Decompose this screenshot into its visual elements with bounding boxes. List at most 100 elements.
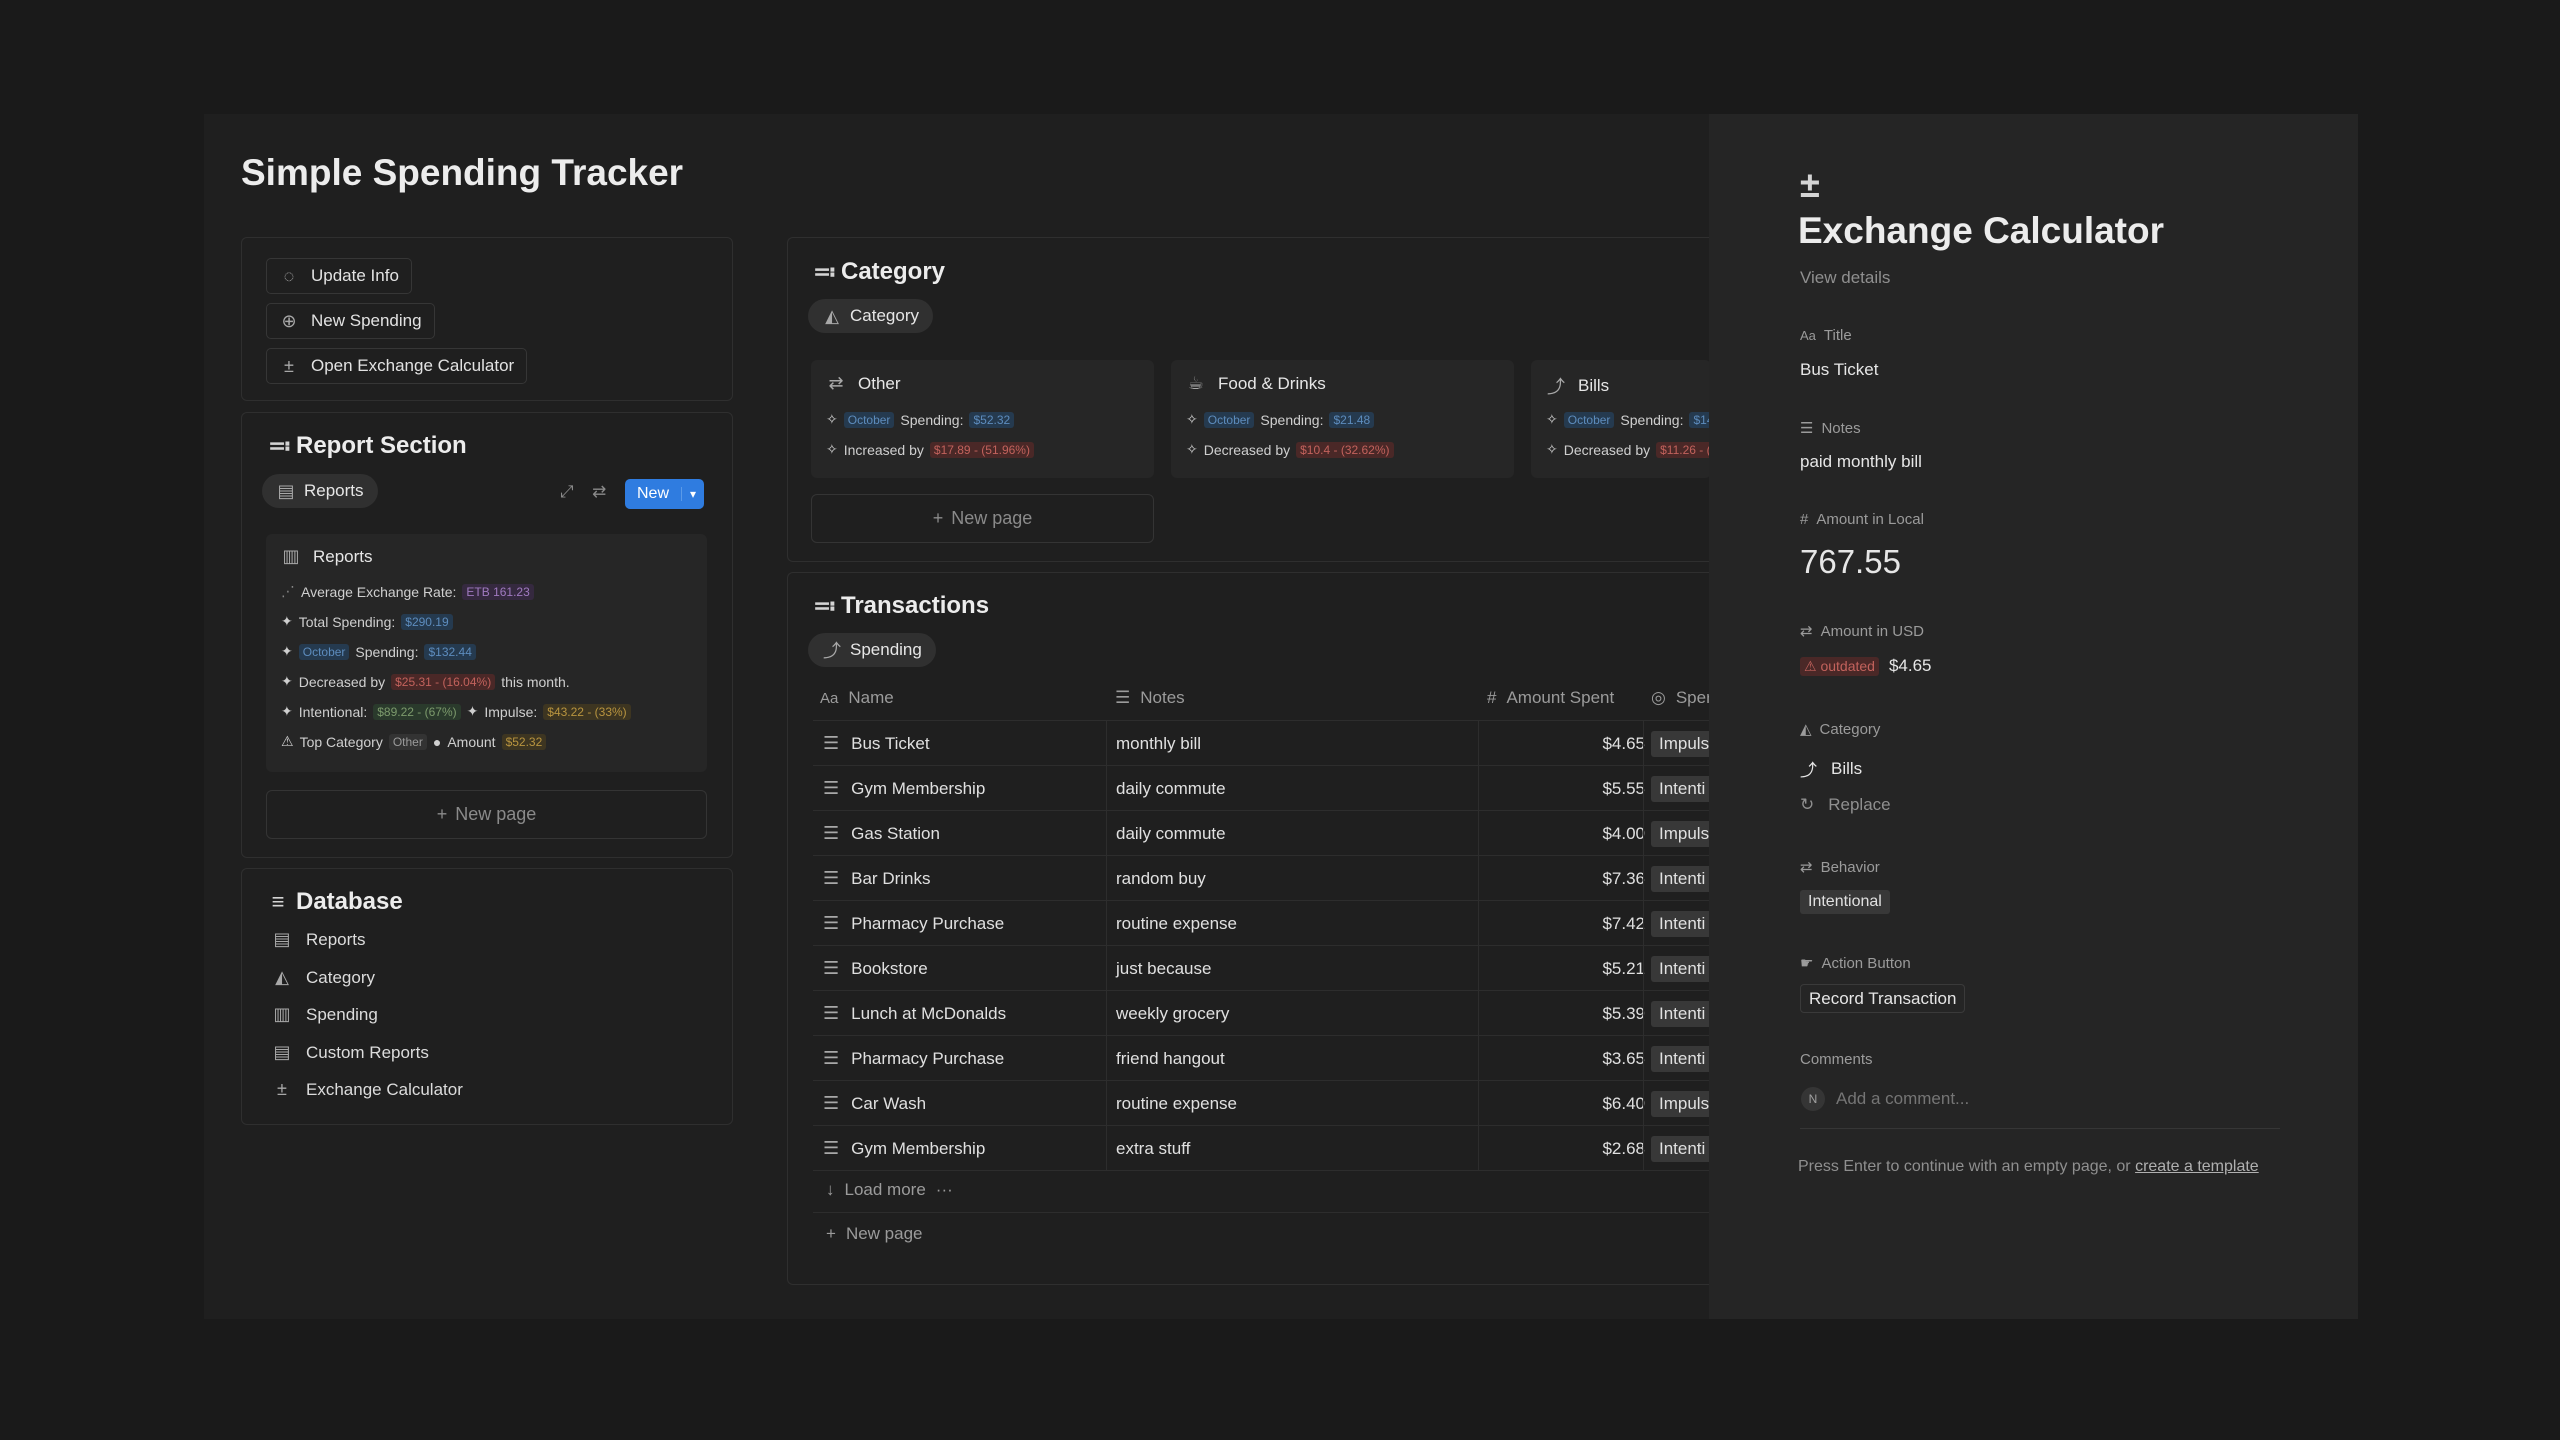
- category-card-bills[interactable]: ⤴ Bills ✧ October Spending: $14 ✧ Decrea…: [1531, 360, 1711, 478]
- row-amount: $7.42: [1602, 913, 1645, 933]
- comment-input[interactable]: [1836, 1085, 2276, 1113]
- doc-icon: ▤: [273, 929, 291, 949]
- column-header-behavior[interactable]: ◎ Sper: [1651, 688, 1709, 708]
- database-item-category[interactable]: ◭ Category: [272, 967, 375, 988]
- open-exchange-calculator-button[interactable]: ± Open Exchange Calculator: [266, 348, 528, 384]
- list-icon: ☰: [823, 823, 840, 843]
- behavior-badge[interactable]: Intenti: [1651, 1000, 1713, 1027]
- behavior-badge[interactable]: Impuls: [1651, 730, 1713, 757]
- column-header-name[interactable]: Aa Name: [820, 688, 894, 708]
- warning-icon: ⚠: [281, 733, 294, 749]
- lines-icon: ☰: [1800, 420, 1814, 437]
- replace-button[interactable]: ↻ Replace: [1800, 795, 1891, 815]
- category-new-page-button[interactable]: + New page: [811, 494, 1154, 543]
- load-more-button[interactable]: ↓ Load more ···: [826, 1180, 953, 1200]
- behavior-badge[interactable]: Intenti: [1651, 865, 1713, 892]
- row-name: ☰ Gym Membership: [823, 1138, 986, 1158]
- row-notes: daily commute: [1116, 823, 1226, 843]
- record-transaction-button[interactable]: Record Transaction: [1800, 984, 1966, 1013]
- row-amount: $5.55: [1602, 778, 1645, 798]
- row-name: ☰ Gym Membership: [823, 778, 986, 798]
- calculator-icon: ±: [1800, 164, 1820, 205]
- row-notes: friend hangout: [1116, 1048, 1225, 1068]
- property-local-label: # Amount in Local: [1800, 511, 1924, 528]
- text-type-icon: Aa: [1800, 328, 1816, 343]
- chevron-down-icon[interactable]: ▾: [681, 487, 704, 501]
- category-card-spending: ✧ October Spending: $52.32: [826, 411, 1015, 428]
- panel-title: Exchange Calculator: [1798, 210, 2165, 251]
- row-amount: $4.65: [1602, 733, 1645, 753]
- database-item-spending[interactable]: ▥ Spending: [272, 1004, 377, 1025]
- row-notes: just because: [1116, 958, 1212, 978]
- table-row[interactable]: ☰ Bookstore just because $5.21 Intenti: [813, 946, 1713, 991]
- row-notes: routine expense: [1116, 913, 1237, 933]
- row-notes: extra stuff: [1116, 1138, 1191, 1158]
- comments-label: Comments: [1800, 1051, 1873, 1068]
- table-row[interactable]: ☰ Bar Drinks random buy $7.36 Intenti: [813, 856, 1713, 901]
- behavior-badge[interactable]: Intenti: [1651, 1135, 1713, 1162]
- diamond-icon: ✧: [1186, 441, 1198, 457]
- table-row[interactable]: ☰ Pharmacy Purchase routine expense $7.42…: [813, 901, 1713, 946]
- expand-icon[interactable]: ⤢: [560, 482, 574, 502]
- table-row[interactable]: ☰ Gas Station daily commute $4.00 Impuls: [813, 811, 1713, 856]
- filter-icon[interactable]: ⇄: [592, 482, 606, 502]
- category-title: ≕ Category: [813, 258, 946, 285]
- cursor-click-icon: ☛: [1800, 955, 1814, 972]
- property-title-label: Aa Title: [1800, 327, 1852, 344]
- behavior-badge[interactable]: Intenti: [1651, 910, 1713, 937]
- database-item-reports[interactable]: ▤ Reports: [272, 929, 365, 950]
- plus-circle-icon: ⊕: [281, 310, 297, 331]
- swap-icon: ⇄: [1800, 859, 1813, 876]
- property-local-value[interactable]: 767.55: [1800, 543, 1901, 581]
- behavior-badge[interactable]: Intenti: [1651, 955, 1713, 982]
- create-template-link[interactable]: create a template: [2135, 1158, 2259, 1175]
- property-usd-value[interactable]: ⚠ outdated $4.65: [1800, 656, 1932, 676]
- arrow-down-icon: ↓: [826, 1180, 835, 1199]
- tab-reports[interactable]: ▤ Reports: [262, 474, 378, 508]
- tab-category[interactable]: ◭ Category: [808, 299, 933, 333]
- new-spending-button[interactable]: ⊕ New Spending: [266, 303, 435, 339]
- table-row[interactable]: ☰ Lunch at McDonalds weekly grocery $5.39…: [813, 991, 1713, 1036]
- property-title-value[interactable]: Bus Ticket: [1800, 360, 1878, 380]
- new-button[interactable]: New ▾: [625, 479, 705, 509]
- behavior-badge[interactable]: Intenti: [1651, 775, 1713, 802]
- row-notes: routine expense: [1116, 1093, 1237, 1113]
- behavior-badge[interactable]: Impuls: [1651, 1090, 1713, 1117]
- plus-icon: +: [826, 1224, 836, 1243]
- table-row[interactable]: ☰ Gym Membership daily commute $5.55 Inte…: [813, 766, 1713, 811]
- table-row[interactable]: ☰ Bus Ticket monthly bill $4.65 Impuls: [813, 721, 1713, 766]
- total-spending-line: ✦ Total Spending: $290.19: [281, 613, 453, 630]
- tab-spending[interactable]: ⤴ Spending: [808, 633, 936, 667]
- property-category-value[interactable]: ⤴ Bills: [1800, 756, 1862, 781]
- view-details-link[interactable]: View details: [1800, 268, 1890, 288]
- calculator-icon: ±: [284, 355, 294, 376]
- shapes-icon: ◭: [825, 305, 839, 326]
- comment-divider: [1800, 1128, 2280, 1129]
- warning-icon: ⚠: [1804, 657, 1821, 674]
- report-new-page-button[interactable]: + New page: [266, 790, 707, 839]
- transactions-new-page-button[interactable]: + New page: [826, 1224, 923, 1244]
- diamond-icon: ✧: [826, 411, 838, 427]
- more-icon[interactable]: ···: [936, 1180, 953, 1200]
- category-card-spending: ✧ October Spending: $14: [1546, 411, 1711, 428]
- behavior-badge[interactable]: Intenti: [1651, 1045, 1713, 1072]
- database-item-exchange-calculator[interactable]: ± Exchange Calculator: [272, 1079, 463, 1100]
- bar-chart-icon: ▥: [282, 546, 300, 566]
- table-row[interactable]: ☰ Gym Membership extra stuff $2.68 Intent…: [813, 1126, 1713, 1171]
- behavior-badge[interactable]: Impuls: [1651, 820, 1713, 847]
- list-icon: ☰: [823, 913, 840, 933]
- list-icon: ☰: [823, 1048, 840, 1068]
- sparkle-icon: ⋰: [281, 583, 295, 599]
- transactions-title: ≕ Transactions: [813, 592, 990, 619]
- swap-icon: ⇄: [1800, 623, 1813, 640]
- table-row[interactable]: ☰ Pharmacy Purchase friend hangout $3.65 …: [813, 1036, 1713, 1081]
- table-row[interactable]: ☰ Car Wash routine expense $6.40 Impuls: [813, 1081, 1713, 1126]
- update-info-button[interactable]: ◌ Update Info: [266, 258, 412, 294]
- property-behavior-value[interactable]: Intentional: [1800, 890, 1890, 914]
- column-header-amount[interactable]: # Amount Spent: [1487, 688, 1614, 708]
- intentional-impulse-line: ✦ Intentional: $89.22 - (67%) ✦ Impulse:…: [281, 703, 631, 720]
- property-notes-value[interactable]: paid monthly bill: [1800, 452, 1922, 472]
- column-header-notes[interactable]: ☰ Notes: [1115, 688, 1185, 708]
- database-item-custom-reports[interactable]: ▤ Custom Reports: [272, 1042, 428, 1063]
- row-name: ☰ Pharmacy Purchase: [823, 913, 1005, 933]
